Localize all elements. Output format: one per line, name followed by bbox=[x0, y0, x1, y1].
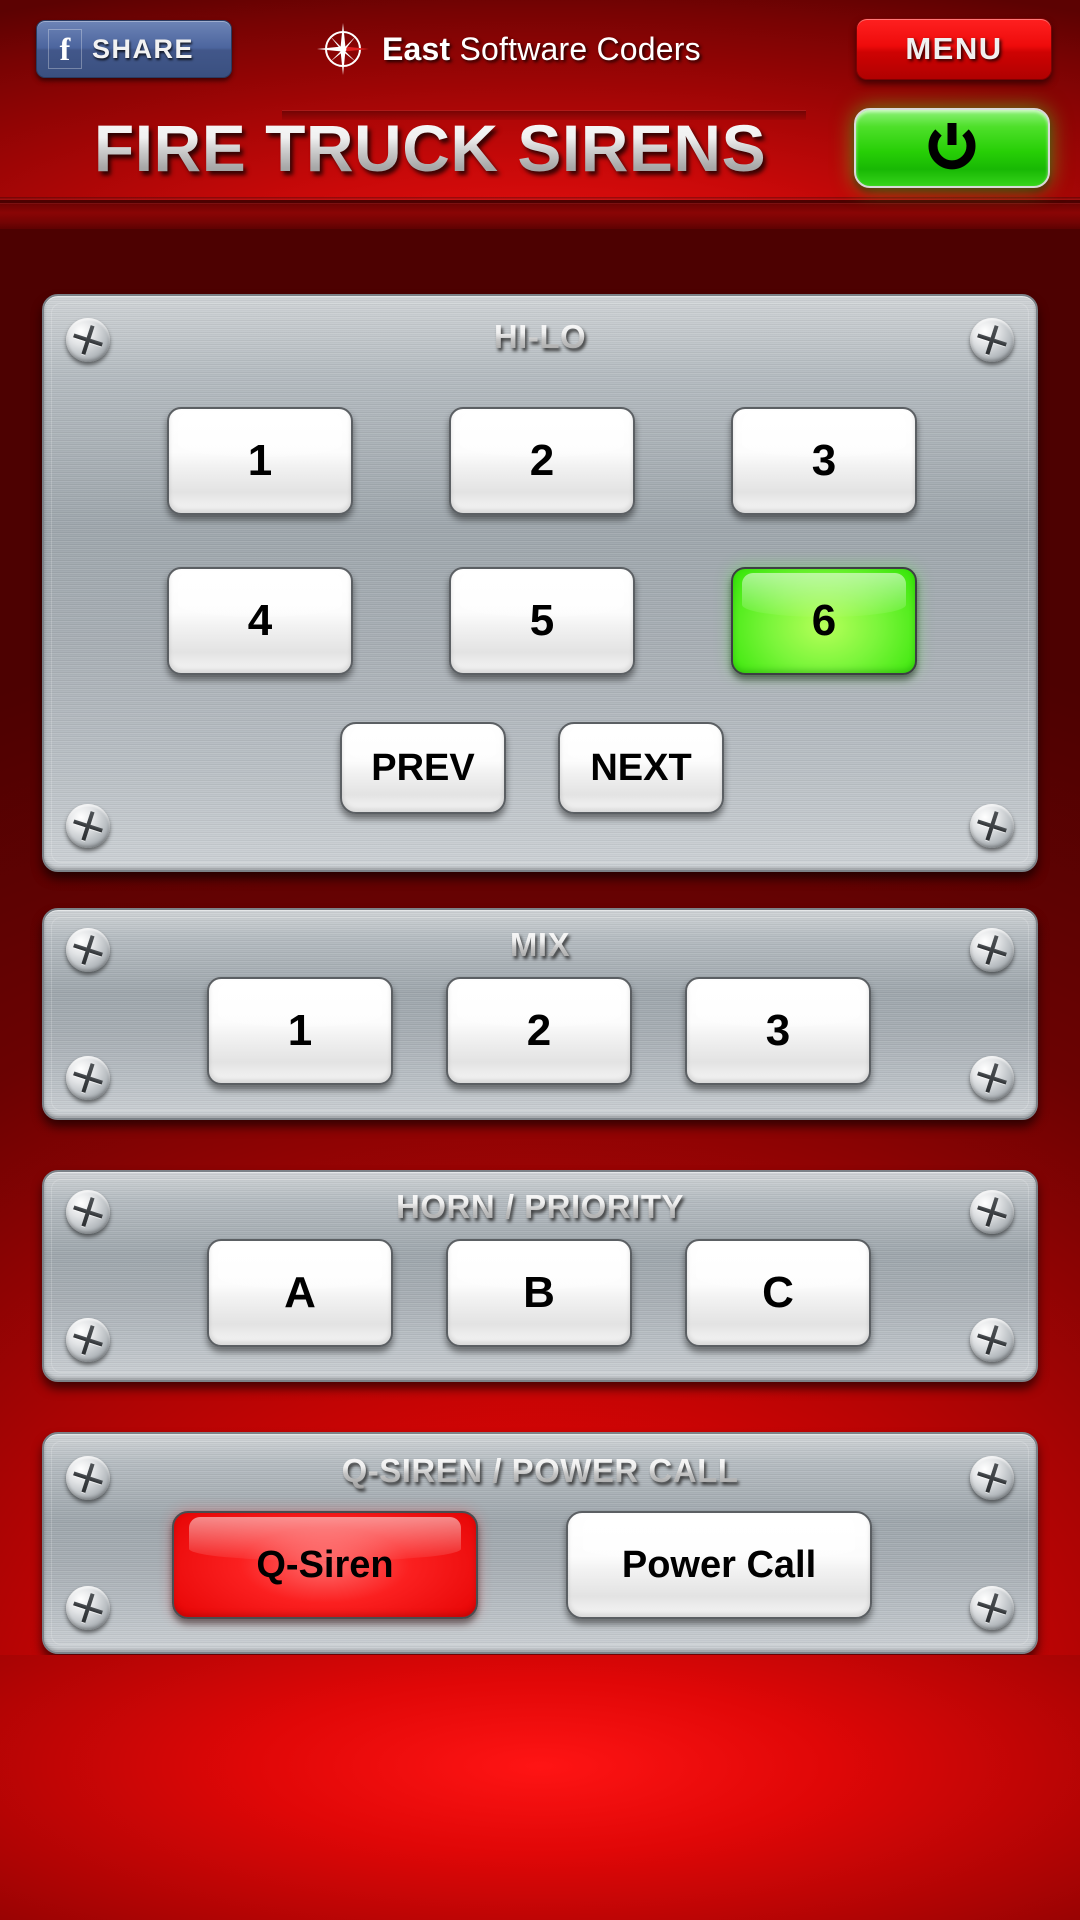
button-label: 2 bbox=[526, 1006, 552, 1055]
screw-icon bbox=[970, 1318, 1014, 1362]
brand-name-secondary: Software Coders bbox=[450, 30, 701, 67]
facebook-icon: f bbox=[48, 29, 82, 69]
panel-mix-title: MIX bbox=[44, 926, 1036, 964]
screw-icon bbox=[66, 1318, 110, 1362]
mix-button-2[interactable]: 2 bbox=[446, 977, 632, 1085]
button-label: Q-Siren bbox=[256, 1543, 394, 1586]
panel-horn-priority-title: HORN / PRIORITY bbox=[44, 1188, 1036, 1226]
hi-lo-button-2[interactable]: 2 bbox=[449, 407, 635, 515]
header-divider bbox=[0, 203, 1080, 229]
horn-button-b[interactable]: B bbox=[446, 1239, 632, 1347]
screw-icon bbox=[66, 928, 110, 972]
mix-button-3[interactable]: 3 bbox=[685, 977, 871, 1085]
screw-icon bbox=[970, 1456, 1014, 1500]
mix-button-1[interactable]: 1 bbox=[207, 977, 393, 1085]
top-bar: f SHARE East Software Coders MENU bbox=[0, 8, 1080, 120]
share-button-label: SHARE bbox=[92, 33, 195, 64]
power-call-button[interactable]: Power Call bbox=[566, 1511, 872, 1619]
hi-lo-button-1[interactable]: 1 bbox=[167, 407, 353, 515]
brand-name: East Software Coders bbox=[382, 31, 701, 68]
prev-button[interactable]: PREV bbox=[340, 722, 506, 814]
panel-q-siren-power-call: Q-SIREN / POWER CALL Q-Siren Power Call bbox=[42, 1432, 1038, 1654]
app-root: f SHARE East Software Coders MENU FIRE T… bbox=[0, 0, 1080, 1920]
button-label: PREV bbox=[371, 746, 475, 789]
panel-hi-lo: HI-LO 1 2 3 4 5 6 PREV NEXT bbox=[42, 294, 1038, 872]
button-label: 5 bbox=[529, 596, 555, 645]
screw-icon bbox=[66, 1190, 110, 1234]
screw-icon bbox=[970, 318, 1014, 362]
hi-lo-button-6[interactable]: 6 bbox=[731, 567, 917, 675]
screw-icon bbox=[970, 928, 1014, 972]
menu-button[interactable]: MENU bbox=[856, 18, 1052, 80]
screw-icon bbox=[970, 1586, 1014, 1630]
hi-lo-button-4[interactable]: 4 bbox=[167, 567, 353, 675]
button-label: A bbox=[284, 1268, 316, 1317]
next-button[interactable]: NEXT bbox=[558, 722, 724, 814]
screw-icon bbox=[66, 1586, 110, 1630]
button-label: 1 bbox=[287, 1006, 313, 1055]
compass-rose-icon bbox=[316, 22, 370, 76]
hi-lo-button-5[interactable]: 5 bbox=[449, 567, 635, 675]
screw-icon bbox=[970, 804, 1014, 848]
screw-icon bbox=[66, 318, 110, 362]
panel-mix: MIX 1 2 3 bbox=[42, 908, 1038, 1120]
power-icon bbox=[928, 123, 976, 170]
screw-icon bbox=[66, 1456, 110, 1500]
button-label: NEXT bbox=[590, 746, 692, 789]
screw-icon bbox=[970, 1190, 1014, 1234]
screw-icon bbox=[66, 1056, 110, 1100]
button-label: 4 bbox=[247, 596, 273, 645]
facebook-share-button[interactable]: f SHARE bbox=[36, 20, 232, 78]
horn-button-c[interactable]: C bbox=[685, 1239, 871, 1347]
button-label: B bbox=[523, 1268, 555, 1317]
menu-button-label: MENU bbox=[905, 31, 1003, 66]
button-label: 2 bbox=[529, 436, 555, 485]
button-label: 6 bbox=[811, 596, 837, 645]
page-title: FIRE TRUCK SIRENS bbox=[0, 105, 860, 191]
bottom-glow bbox=[0, 1655, 1080, 1920]
hi-lo-button-3[interactable]: 3 bbox=[731, 407, 917, 515]
power-button[interactable] bbox=[854, 108, 1050, 188]
horn-button-a[interactable]: A bbox=[207, 1239, 393, 1347]
button-label: C bbox=[762, 1268, 794, 1317]
panel-q-siren-power-call-title: Q-SIREN / POWER CALL bbox=[44, 1452, 1036, 1490]
panel-horn-priority: HORN / PRIORITY A B C bbox=[42, 1170, 1038, 1382]
button-label: 1 bbox=[247, 436, 273, 485]
panel-hi-lo-title: HI-LO bbox=[44, 318, 1036, 356]
button-label: 3 bbox=[811, 436, 837, 485]
button-label: Power Call bbox=[621, 1543, 817, 1586]
q-siren-button[interactable]: Q-Siren bbox=[172, 1511, 478, 1619]
button-label: 3 bbox=[765, 1006, 791, 1055]
brand-logo[interactable]: East Software Coders bbox=[316, 20, 756, 78]
brand-name-primary: East bbox=[382, 30, 451, 67]
screw-icon bbox=[970, 1056, 1014, 1100]
screw-icon bbox=[66, 804, 110, 848]
